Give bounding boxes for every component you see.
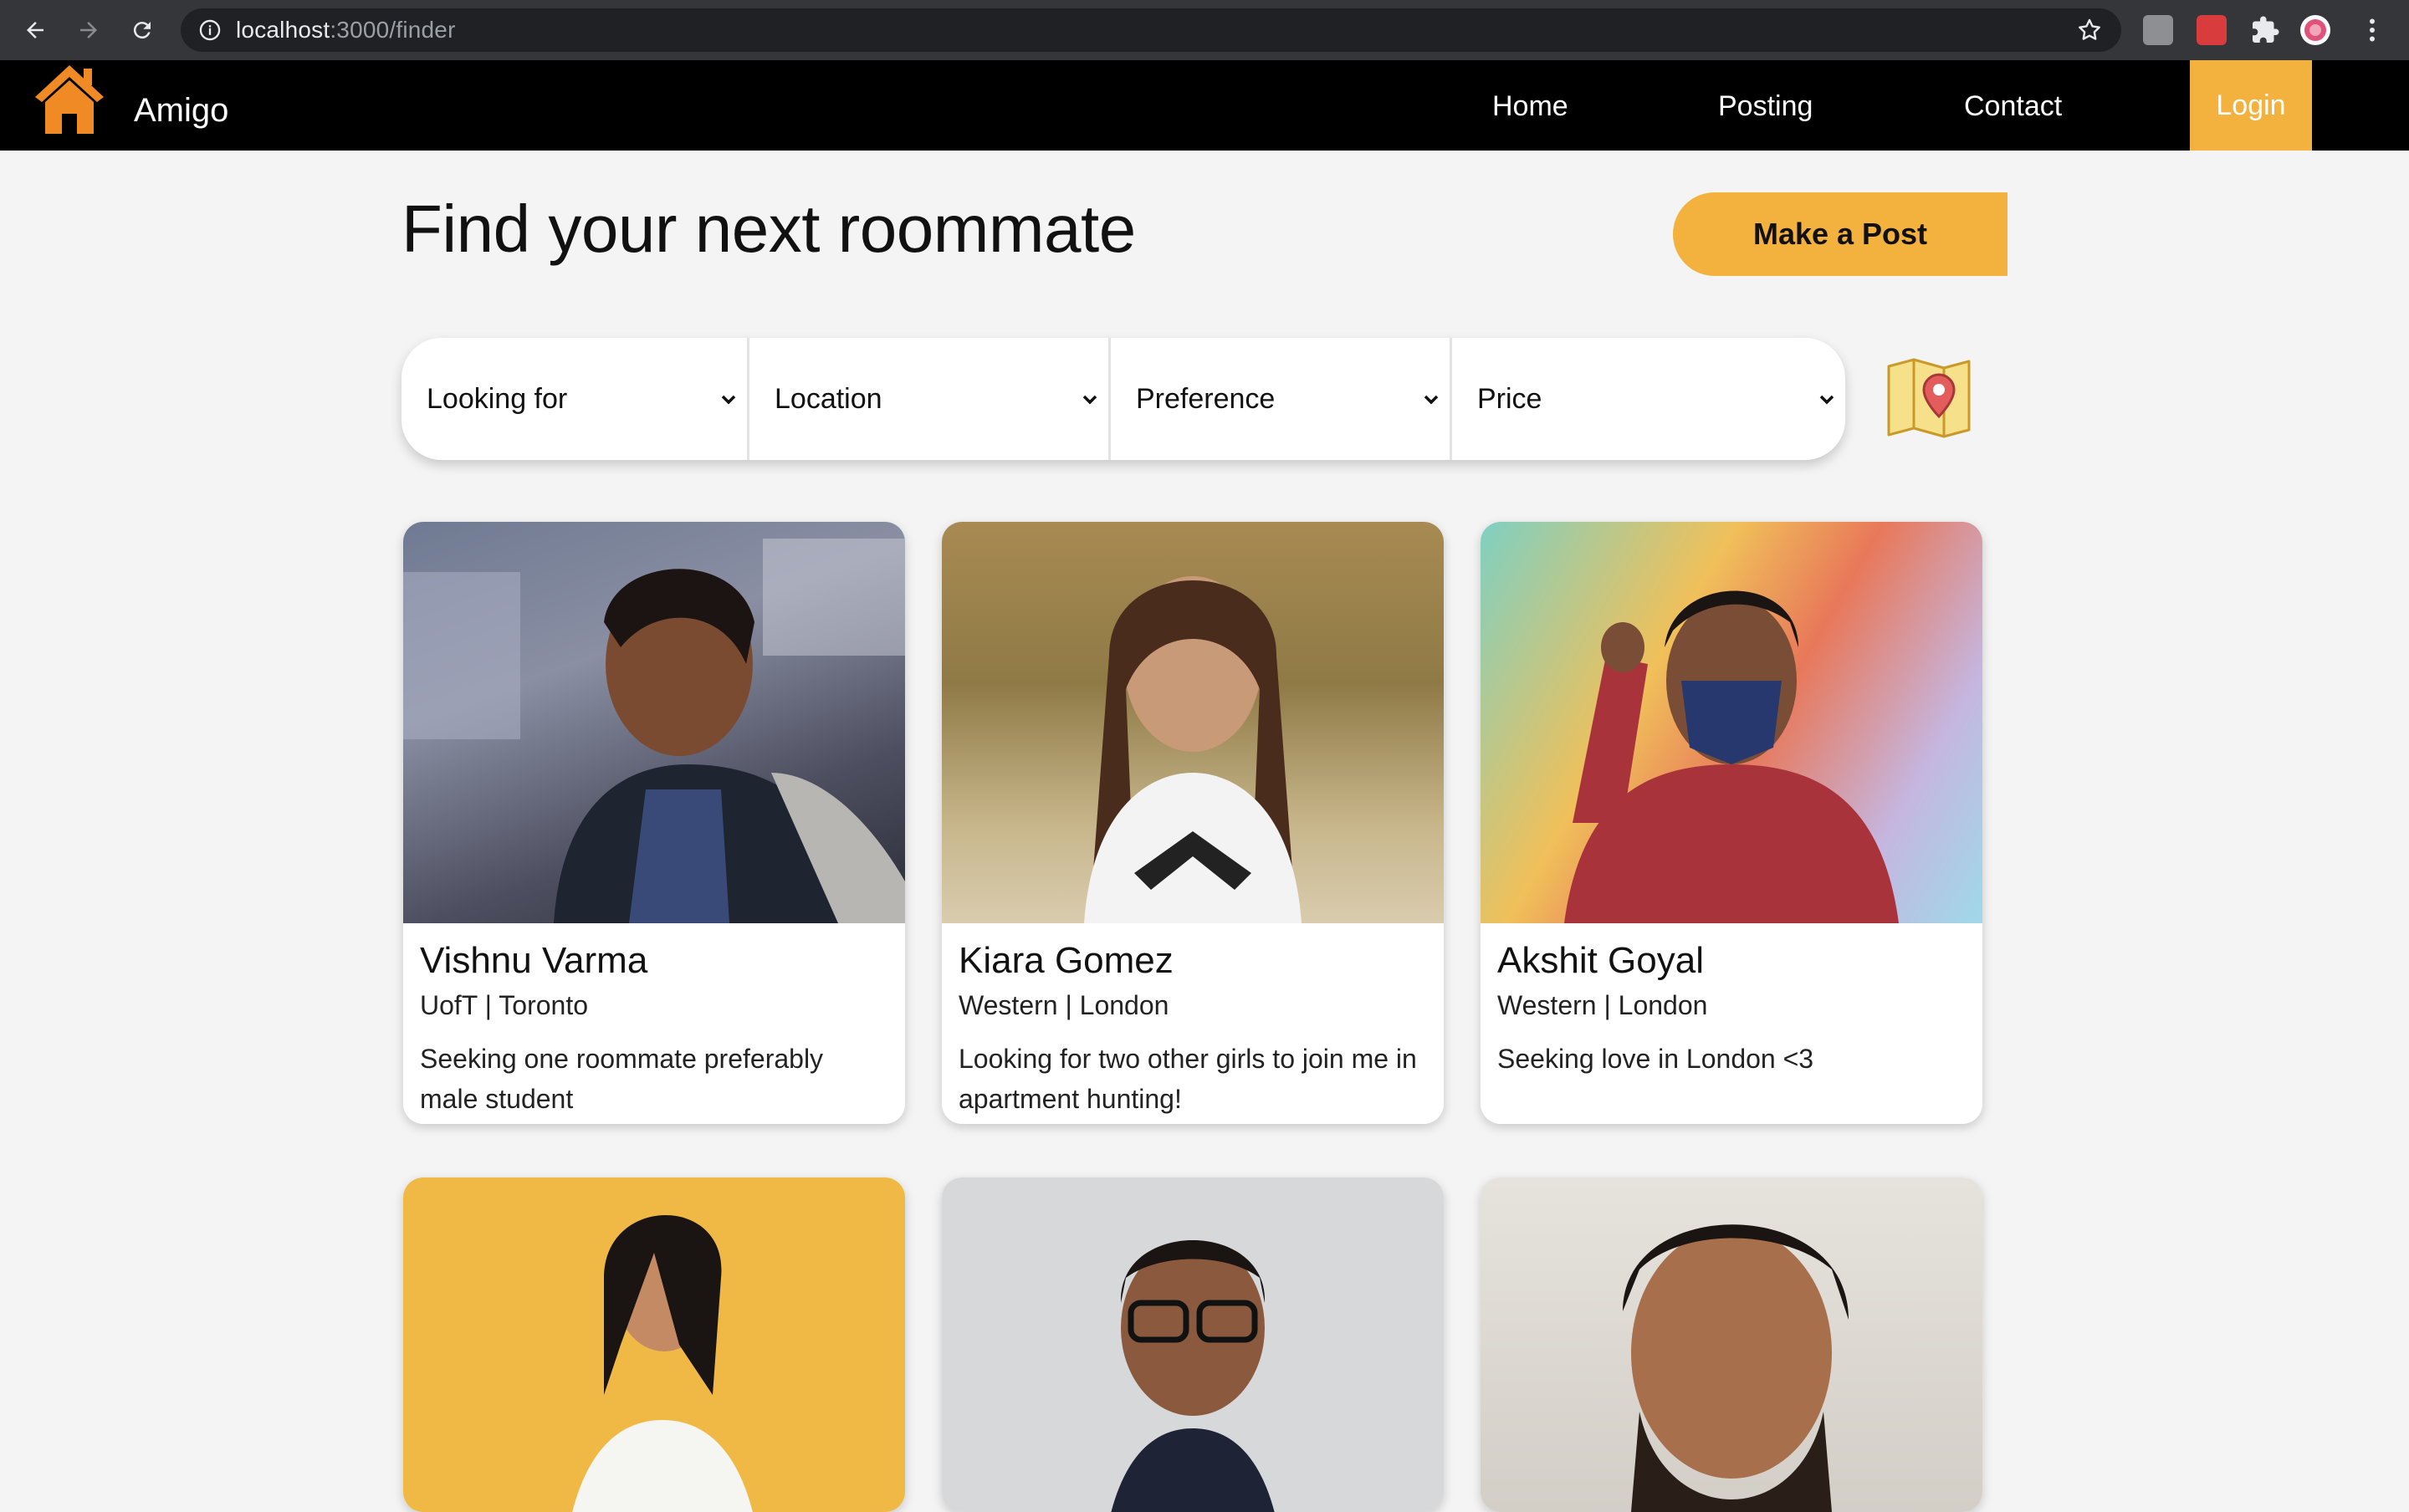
card-meta: UofT | Toronto [420, 990, 589, 1020]
extension-icon-2[interactable] [2197, 15, 2227, 45]
page-title: Find your next roommate [402, 192, 1136, 266]
chevron-down-icon [721, 395, 736, 405]
filter-location[interactable]: Location [749, 338, 1111, 460]
site-navbar: Amigo Home Posting Contact Login [0, 60, 2409, 151]
chevron-down-icon [1424, 395, 1439, 405]
card-description: Looking for two other girls to join me i… [959, 1044, 1417, 1114]
url-text: localhost:3000/finder [236, 17, 456, 43]
profile-photo [1481, 522, 1982, 923]
login-button[interactable]: Login [2190, 60, 2312, 151]
profile-avatar-icon[interactable] [2300, 15, 2330, 45]
puzzle-icon[interactable] [2250, 15, 2280, 45]
make-post-button[interactable]: Make a Post [1673, 192, 2008, 276]
card-description: Seeking love in London <3 [1497, 1044, 1814, 1074]
profile-photo [403, 522, 905, 923]
nav-home[interactable]: Home [1492, 90, 1568, 123]
profile-photo [942, 522, 1444, 923]
roommate-card[interactable] [1481, 1177, 1982, 1512]
extension-icon-1[interactable] [2143, 15, 2173, 45]
bookmark-star-icon[interactable] [2076, 17, 2103, 43]
card-name: Vishnu Varma [420, 940, 648, 981]
card-description: Seeking one roommate preferably male stu… [420, 1044, 824, 1114]
card-meta: Western | London [959, 990, 1169, 1020]
info-icon[interactable] [197, 18, 222, 43]
profile-photo [942, 1177, 1444, 1512]
filter-bar: Looking for Location Preference Price [402, 338, 1845, 460]
menu-dots-icon[interactable] [2357, 15, 2387, 45]
profile-photo [1481, 1177, 1982, 1512]
roommate-card[interactable]: Akshit Goyal Western | London Seeking lo… [1481, 522, 1982, 1124]
filter-label: Looking for [427, 382, 568, 415]
house-logo-icon[interactable] [32, 62, 107, 135]
map-pin-icon[interactable] [1885, 358, 1972, 438]
back-icon[interactable] [17, 12, 54, 49]
roommate-card[interactable] [403, 1177, 905, 1512]
nav-contact[interactable]: Contact [1964, 90, 2062, 123]
card-meta: Western | London [1497, 990, 1708, 1020]
card-name: Akshit Goyal [1497, 940, 1704, 981]
filter-preference[interactable]: Preference [1111, 338, 1452, 460]
roommate-card[interactable] [942, 1177, 1444, 1512]
filter-label: Location [775, 382, 882, 415]
reload-icon[interactable] [124, 12, 161, 49]
browser-toolbar: localhost:3000/finder [0, 0, 2409, 60]
address-bar[interactable]: localhost:3000/finder [181, 8, 2121, 52]
profile-photo [403, 1177, 905, 1512]
chevron-down-icon [1082, 395, 1097, 405]
filter-looking-for[interactable]: Looking for [402, 338, 749, 460]
filter-label: Preference [1136, 382, 1276, 415]
forward-icon[interactable] [70, 12, 107, 49]
nav-posting[interactable]: Posting [1718, 90, 1813, 123]
filter-label: Price [1477, 382, 1542, 415]
card-name: Kiara Gomez [959, 940, 1174, 981]
filter-price[interactable]: Price [1452, 338, 1845, 460]
roommate-card[interactable]: Vishnu Varma UofT | Toronto Seeking one … [403, 522, 905, 1124]
roommate-card[interactable]: Kiara Gomez Western | London Looking for… [942, 522, 1444, 1124]
brand-name[interactable]: Amigo [134, 92, 228, 130]
chevron-down-icon [1819, 395, 1834, 405]
